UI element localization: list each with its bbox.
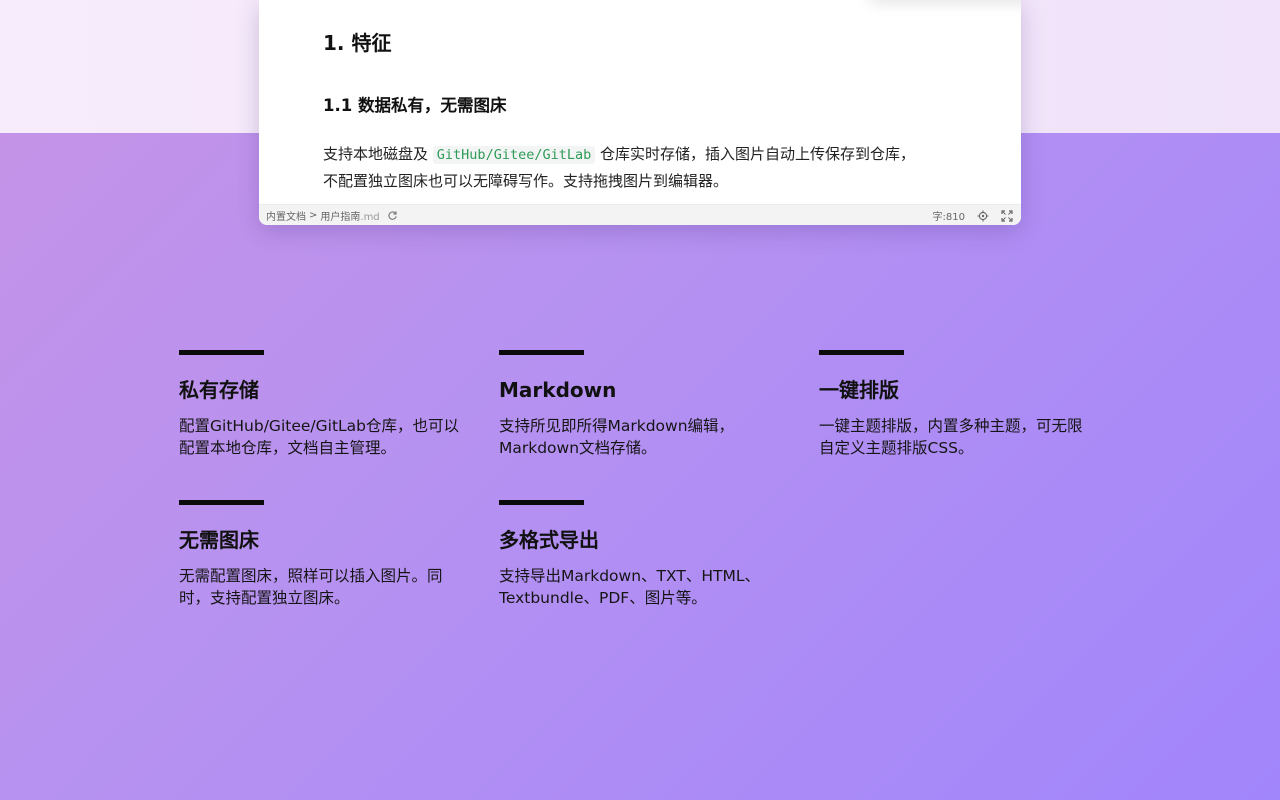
feature-title: 一键排版: [819, 378, 899, 402]
feature-description: 一键主题排版，内置多种主题，可无限 自定义主题排版CSS。: [819, 415, 1109, 459]
feature-description: 支持所见即所得Markdown编辑， Markdown文档存储。: [499, 415, 789, 459]
paragraph-line-2: 不配置独立图床也可以无障碍写作。支持拖拽图片到编辑器。: [323, 172, 729, 190]
feature-bar: [819, 350, 904, 355]
status-right: 字:810: [933, 208, 1013, 223]
breadcrumb-file-ext: .md: [360, 212, 380, 223]
document-heading-2: 1.1 数据私有，无需图床: [323, 96, 507, 115]
feature-title: 私有存储: [179, 378, 259, 402]
feature-multi-format-export: 多格式导出 支持导出Markdown、TXT、HTML、 Textbundle、…: [499, 500, 789, 609]
feature-desc-line: 一键主题排版，内置多种主题，可无限: [819, 417, 1083, 435]
feature-bar: [499, 500, 584, 505]
feature-desc-line: Markdown文档存储。: [499, 439, 657, 457]
feature-desc-line: 自定义主题排版CSS。: [819, 439, 974, 457]
feature-description: 支持导出Markdown、TXT、HTML、 Textbundle、PDF、图片…: [499, 565, 789, 609]
feature-desc-line: 无需配置图床，照样可以插入图片。同: [179, 567, 443, 585]
feature-description: 无需配置图床，照样可以插入图片。同 时，支持配置独立图床。: [179, 565, 469, 609]
feature-title: 多格式导出: [499, 528, 599, 552]
document-paragraph: 支持本地磁盘及 GitHub/Gitee/GitLab 仓库实时存储，插入图片自…: [323, 141, 963, 194]
feature-bar: [499, 350, 584, 355]
feature-desc-line: 配置GitHub/Gitee/GitLab仓库，也可以: [179, 417, 459, 435]
refresh-icon[interactable]: [387, 210, 398, 221]
breadcrumb: 内置文档 > 用户指南.md: [266, 208, 398, 223]
breadcrumb-file[interactable]: 用户指南.md: [320, 208, 379, 223]
feature-desc-line: Textbundle、PDF、图片等。: [499, 589, 707, 607]
fullscreen-icon[interactable]: [1001, 209, 1013, 222]
breadcrumb-separator: >: [309, 210, 318, 221]
inline-code: GitHub/Gitee/GitLab: [432, 146, 596, 164]
feature-title: 无需图床: [179, 528, 259, 552]
paragraph-text: 仓库实时存储，插入图片自动上传保存到仓库，: [600, 145, 916, 163]
feature-private-storage: 私有存储 配置GitHub/Gitee/GitLab仓库，也可以 配置本地仓库，…: [179, 350, 469, 459]
feature-desc-line: 支持所见即所得Markdown编辑，: [499, 417, 735, 435]
word-count: 字:810: [932, 212, 965, 223]
editor-window: 1. 特征 1.1 数据私有，无需图床 支持本地磁盘及 GitHub/Gitee…: [259, 0, 1021, 225]
feature-description: 配置GitHub/Gitee/GitLab仓库，也可以 配置本地仓库，文档自主管…: [179, 415, 469, 459]
feature-desc-line: 支持导出Markdown、TXT、HTML、: [499, 567, 760, 585]
feature-bar: [179, 350, 264, 355]
feature-bar: [179, 500, 264, 505]
paragraph-line-1: 支持本地磁盘及 GitHub/Gitee/GitLab 仓库实时存储，插入图片自…: [323, 141, 963, 168]
feature-markdown: Markdown 支持所见即所得Markdown编辑， Markdown文档存储…: [499, 350, 789, 459]
feature-title: Markdown: [499, 378, 617, 402]
feature-desc-line: 时，支持配置独立图床。: [179, 589, 350, 607]
breadcrumb-file-name: 用户指南: [320, 212, 361, 223]
document-heading-1: 1. 特征: [323, 31, 392, 55]
breadcrumb-folder[interactable]: 内置文档: [266, 208, 306, 223]
status-bar: 内置文档 > 用户指南.md 字:810: [259, 204, 1021, 225]
paragraph-text: 支持本地磁盘及: [323, 145, 429, 163]
feature-no-image-host: 无需图床 无需配置图床，照样可以插入图片。同 时，支持配置独立图床。: [179, 500, 469, 609]
locate-icon[interactable]: [977, 210, 989, 222]
feature-desc-line: 配置本地仓库，文档自主管理。: [179, 439, 397, 457]
features-section: 私有存储 配置GitHub/Gitee/GitLab仓库，也可以 配置本地仓库，…: [179, 350, 1139, 650]
feature-one-click-layout: 一键排版 一键主题排版，内置多种主题，可无限 自定义主题排版CSS。: [819, 350, 1109, 459]
